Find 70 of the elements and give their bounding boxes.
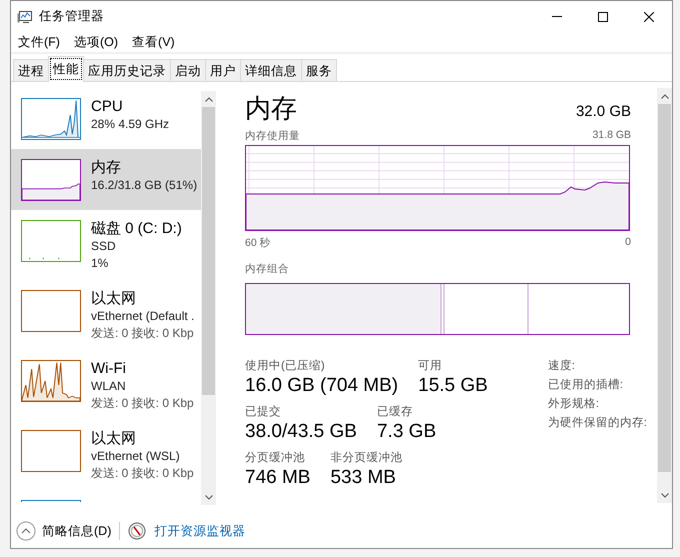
caret-up-icon [204,96,212,102]
time-end-label: 0 [625,236,631,250]
tab[interactable]: 详细信息 [240,59,302,81]
menu-item[interactable]: 文件(F) [13,34,65,50]
tab[interactable]: 启动 [170,59,206,81]
device-name: 以太网 [91,429,137,448]
stat-value: 16.0 GB (704 MB) [245,374,398,398]
device-detail: 28% 4.59 GHz [91,116,170,132]
spec-label: 为硬件保留的内存: [548,416,647,431]
maximize-icon [598,12,608,22]
device-detail: vEthernet (Default . [91,308,194,324]
menu-item[interactable]: 选项(O) [68,34,124,50]
device-detail: 发送: 0 接收: 0 Kbp [91,394,194,411]
spec-label: 外形规格: [548,397,600,412]
caret-up-icon [660,94,668,98]
caret-down-icon [660,492,668,498]
tab[interactable]: 性能 [48,56,84,82]
device-name: CPU [91,97,124,116]
chart-label: 内存使用量 [245,129,300,143]
spec-label: 已使用的插槽: [548,378,624,393]
tab[interactable]: 应用历史记录 [83,59,171,81]
spec-label: 速度: [548,359,576,374]
stat-label: 可用 [418,359,444,374]
tab[interactable]: 进程 [13,59,49,81]
device-item[interactable]: Wi-Fi WLAN 发送: 0 接收: 0 Kbp [11,350,201,420]
device-detail: 16.2/31.8 GB (51%) [91,177,198,194]
chart-label: 内存组合 [245,262,289,276]
device-item[interactable]: 磁盘 0 (C: D:) SSD 1% [11,210,201,280]
device-name: Wi-Fi [91,359,127,378]
stat-value: 533 MB [330,466,397,490]
caret-down-icon [204,494,212,500]
stat-label: 分页缓冲池 [245,451,306,466]
device-name: 磁盘 0 (C: D:) [91,219,182,238]
collapse-icon [16,521,36,541]
stat-value: 7.3 GB [376,420,436,444]
stat-value: 746 MB [245,466,310,490]
device-item[interactable]: 内存 16.2/31.8 GB (51%) [11,149,201,210]
close-icon [644,12,654,22]
stat-value: 38.0/43.5 GB [245,420,357,444]
stat-value: 15.5 GB [418,374,488,398]
gauge-icon [128,522,146,540]
device-detail: 发送: 0 接收: 0 Kbp [91,324,194,341]
window-title: 任务管理器 [39,8,105,25]
device-detail: 发送: 0 接收: 0 Kbp [91,464,194,481]
monitor-graph-icon [17,10,33,24]
device-detail: WLAN [91,378,127,394]
tab[interactable]: 用户 [205,59,241,81]
chart-max-label: 31.8 GB [592,129,631,143]
menu-item[interactable]: 查看(V) [127,34,180,50]
stat-label: 已提交 [245,405,282,420]
fewer-details-button[interactable]: 简略信息(D) [16,521,112,541]
scrollbar-thumb[interactable] [202,107,215,395]
device-item[interactable]: 以太网 vEthernet (Default . 发送: 0 接收: 0 Kbp [11,280,201,350]
device-name: 以太网 [91,289,137,308]
device-detail: SSD [91,238,117,254]
stat-label: 非分页缓冲池 [330,451,402,466]
section-title: 内存 [245,92,297,124]
time-start-label: 60 秒 [245,236,271,250]
minimize-icon [552,16,562,17]
stat-label: 已缓存 [376,405,414,420]
device-item[interactable]: 以太网 vEthernet (WSL) 发送: 0 接收: 0 Kbp [11,420,201,490]
scrollbar-thumb[interactable] [658,104,671,472]
device-name: 内存 [91,158,122,177]
tab[interactable]: 服务 [301,59,337,81]
device-item[interactable]: CPU 28% 4.59 GHz [11,88,201,149]
resource-monitor-link[interactable]: 打开资源监视器 [154,522,246,540]
total-memory: 32.0 GB [576,103,631,120]
device-detail: 1% [91,254,110,271]
device-detail: vEthernet (WSL) [91,448,181,464]
stat-label: 使用中(已压缩) [245,359,326,374]
